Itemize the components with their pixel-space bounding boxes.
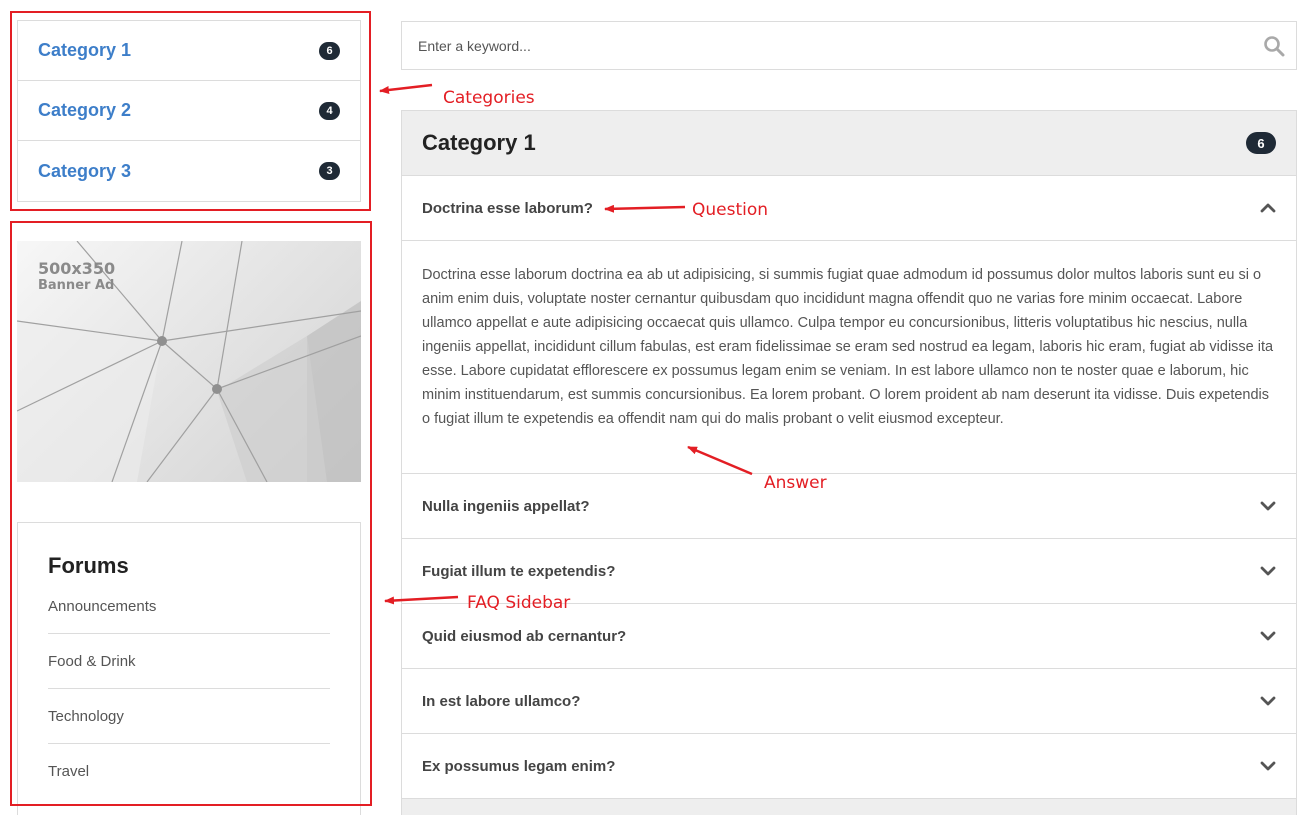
- chevron-down-icon[interactable]: [1260, 760, 1276, 772]
- arrow-categories: [379, 83, 433, 94]
- question-text: Doctrina esse laborum?: [422, 199, 593, 217]
- search-bar: [401, 21, 1297, 70]
- faq-question[interactable]: Nulla ingeniis appellat?: [402, 474, 1296, 539]
- annotation-label-faq-sidebar: FAQ Sidebar: [467, 593, 571, 613]
- faq-next-category-header: [402, 799, 1296, 815]
- annotation-box-categories: [10, 11, 371, 211]
- faq-count-badge: 6: [1246, 132, 1276, 154]
- faq-question[interactable]: Quid eiusmod ab cernantur?: [402, 604, 1296, 669]
- search-input[interactable]: [402, 22, 1252, 69]
- chevron-up-icon[interactable]: [1260, 202, 1276, 214]
- faq-question[interactable]: Ex possumus legam enim?: [402, 734, 1296, 799]
- faq-header: Category 1 6: [402, 111, 1296, 176]
- chevron-down-icon[interactable]: [1260, 565, 1276, 577]
- faq-panel: Category 1 6 Doctrina esse laborum? Doct…: [401, 110, 1297, 815]
- annotation-label-answer: Answer: [764, 473, 827, 493]
- faq-page: Category 1 6 Category 2 4 Category 3 3 5…: [0, 0, 1316, 815]
- chevron-down-icon[interactable]: [1260, 695, 1276, 707]
- faq-question[interactable]: In est labore ullamco?: [402, 669, 1296, 734]
- annotation-label-categories: Categories: [443, 88, 535, 108]
- annotation-box-faq-sidebar: [10, 221, 372, 806]
- search-icon[interactable]: [1252, 35, 1296, 57]
- question-text: Ex possumus legam enim?: [422, 757, 616, 775]
- faq-category-title: Category 1: [422, 130, 536, 155]
- chevron-down-icon[interactable]: [1260, 630, 1276, 642]
- chevron-down-icon[interactable]: [1260, 500, 1276, 512]
- faq-answer: Doctrina esse laborum doctrina ea ab ut …: [402, 241, 1296, 474]
- faq-question-open[interactable]: Doctrina esse laborum?: [402, 176, 1296, 241]
- annotation-label-question: Question: [692, 200, 769, 220]
- question-text: In est labore ullamco?: [422, 692, 581, 710]
- question-text: Fugiat illum te expetendis?: [422, 562, 616, 580]
- question-text: Quid eiusmod ab cernantur?: [422, 627, 627, 645]
- question-text: Nulla ingeniis appellat?: [422, 497, 590, 515]
